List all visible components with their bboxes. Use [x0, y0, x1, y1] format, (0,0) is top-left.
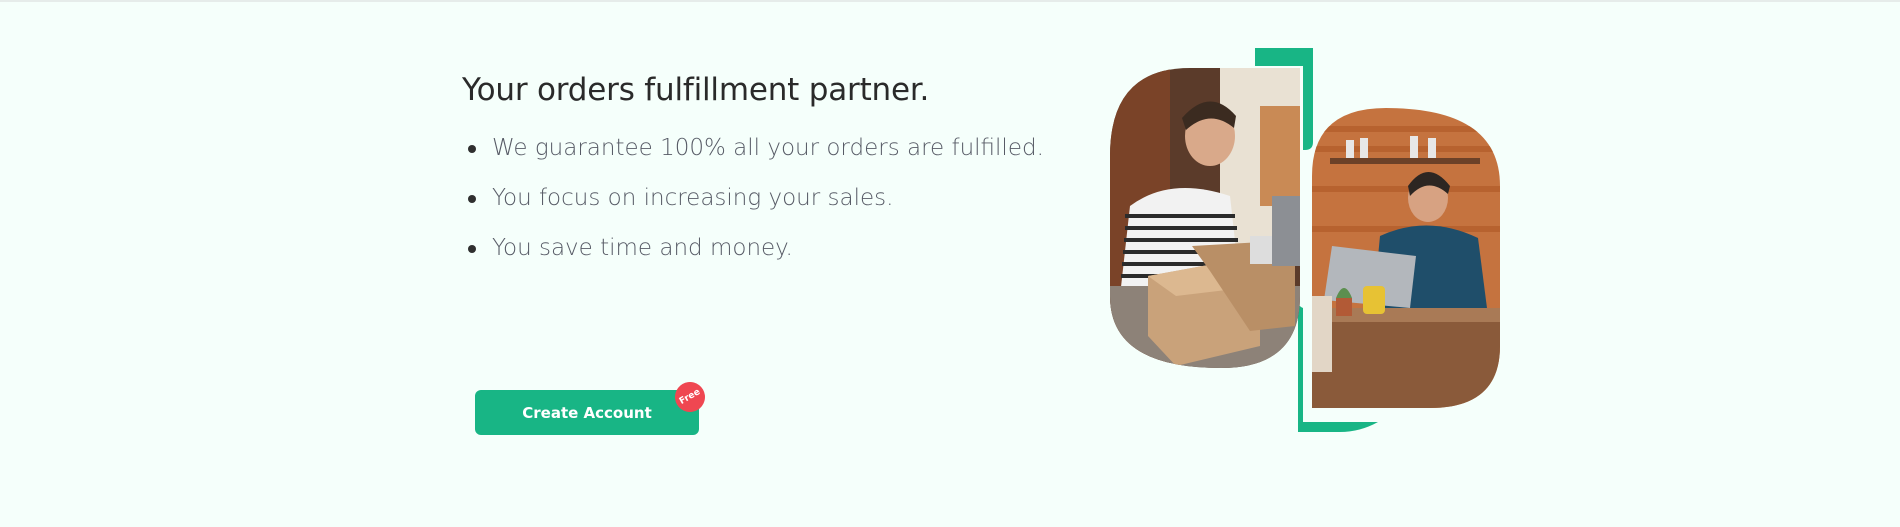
benefit-item: You focus on increasing your sales. — [462, 173, 1082, 223]
bullet-icon — [468, 145, 476, 154]
create-account-button[interactable]: Create Account — [475, 390, 699, 435]
benefit-item: You save time and money. — [462, 223, 1082, 273]
benefit-item: We guarantee 100% all your orders are fu… — [462, 123, 1082, 173]
bullet-icon — [468, 245, 476, 254]
cta-area: Create Account Free — [475, 376, 711, 435]
benefit-text: You focus on increasing your sales. — [492, 185, 894, 212]
benefits-list: We guarantee 100% all your orders are fu… — [462, 123, 1082, 273]
photo-laptop — [1312, 108, 1500, 408]
bullet-icon — [468, 195, 476, 204]
hero-title: Your orders fulfillment partner. — [462, 72, 930, 108]
hero-illustration — [1110, 48, 1500, 432]
page: Your orders fulfillment partner. We guar… — [0, 0, 1900, 527]
hero-text: Your orders fulfillment partner. We guar… — [462, 72, 1082, 273]
benefit-text: We guarantee 100% all your orders are fu… — [492, 135, 1044, 162]
benefit-text: You save time and money. — [492, 235, 793, 262]
photo-packing — [1110, 68, 1300, 368]
